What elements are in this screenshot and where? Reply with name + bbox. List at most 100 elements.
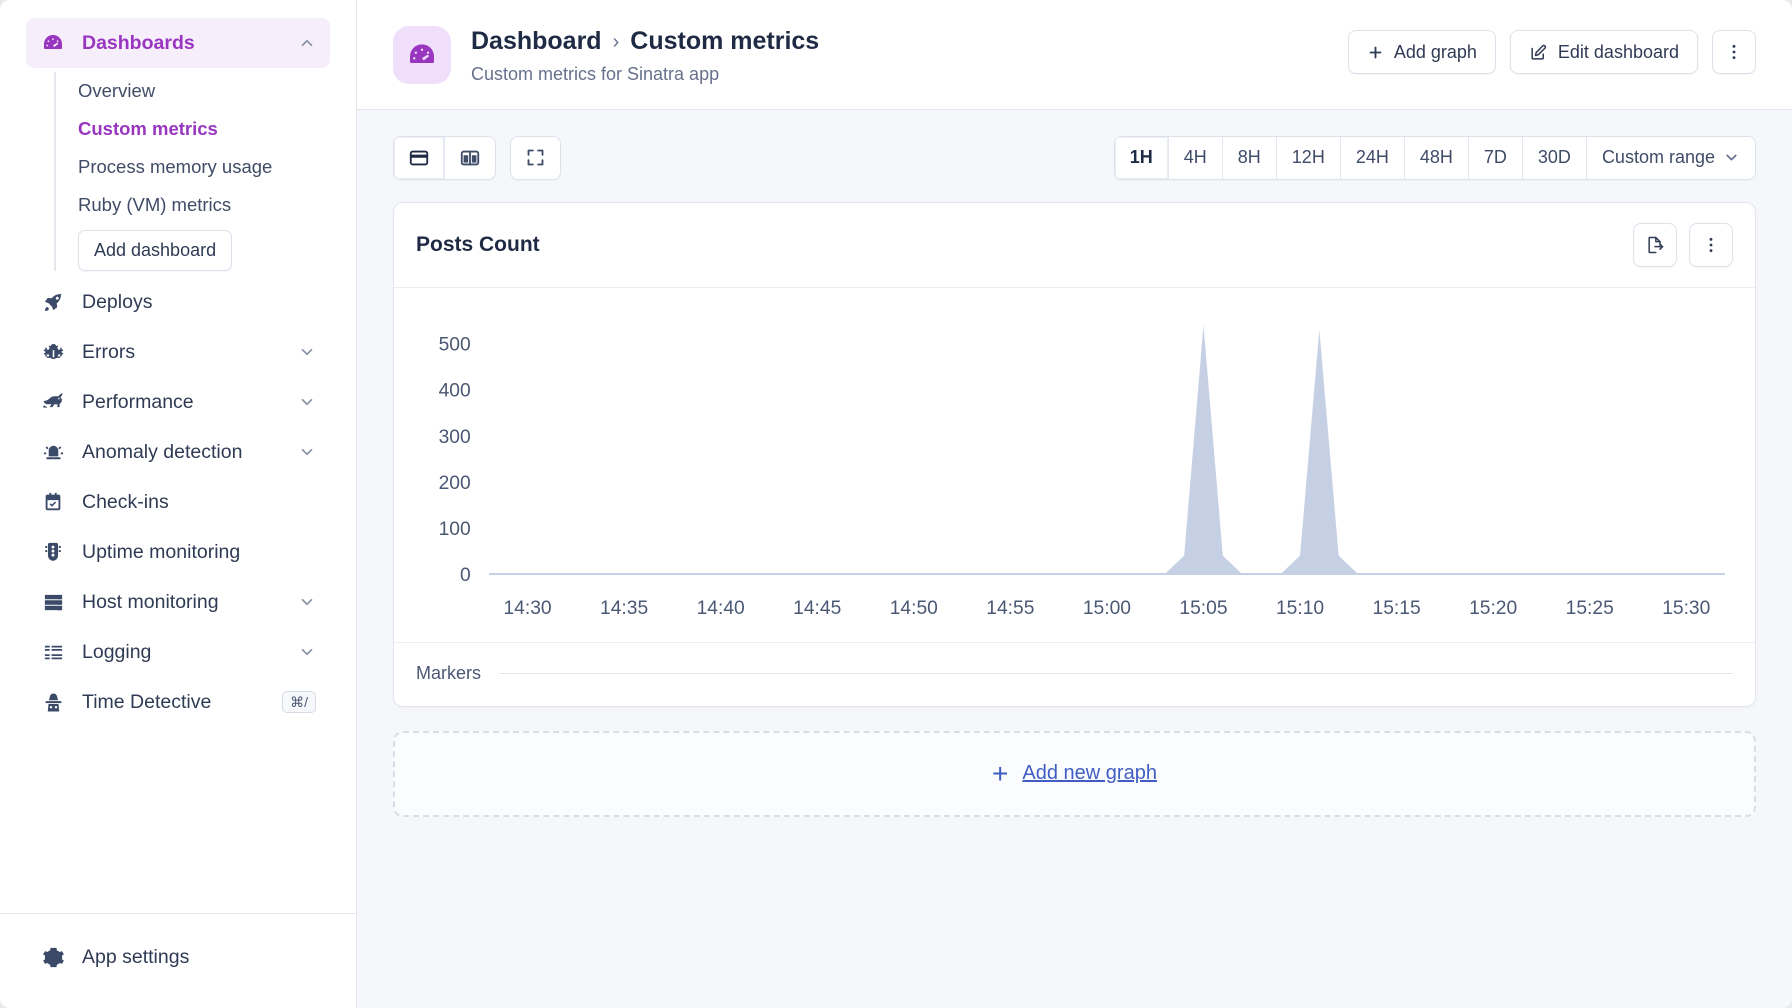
time-range-48h[interactable]: 48H bbox=[1404, 136, 1469, 179]
chart-svg: 0 100 200 300 400 500 14:30 14:35 14:40 14:45 14:5… bbox=[439, 324, 1725, 619]
posts-count-chart[interactable]: 0 100 200 300 400 500 14:30 14:35 14:40 14:45 14:5… bbox=[416, 306, 1733, 636]
sidebar-item-uptime-monitoring[interactable]: Uptime monitoring bbox=[26, 527, 330, 577]
dashboard-content: 1H 4H 8H 12H 24H 48H 7D 30D Custom range bbox=[357, 109, 1792, 1008]
fullscreen-toggle-group bbox=[510, 135, 561, 180]
time-range-12h[interactable]: 12H bbox=[1276, 136, 1341, 179]
svg-text:15:20: 15:20 bbox=[1469, 598, 1517, 619]
markers-track[interactable] bbox=[499, 672, 1733, 674]
sidebar-item-errors[interactable]: Errors bbox=[26, 327, 330, 377]
svg-text:15:25: 15:25 bbox=[1566, 598, 1614, 619]
svg-text:14:50: 14:50 bbox=[890, 598, 938, 619]
single-column-layout-button[interactable] bbox=[394, 136, 445, 179]
svg-text:0: 0 bbox=[460, 565, 471, 586]
kebab-menu-icon bbox=[1724, 42, 1744, 62]
sidebar-item-logging[interactable]: Logging bbox=[26, 627, 330, 677]
page-titles: Dashboard › Custom metrics Custom metric… bbox=[471, 26, 1348, 85]
breadcrumb: Dashboard › Custom metrics bbox=[471, 27, 1348, 56]
sidebar-footer: App settings bbox=[0, 913, 356, 1008]
svg-text:400: 400 bbox=[439, 380, 471, 401]
traffic-light-icon bbox=[40, 539, 66, 565]
export-graph-button[interactable] bbox=[1633, 222, 1677, 267]
gauge-icon bbox=[40, 30, 66, 56]
gear-icon bbox=[40, 944, 66, 970]
detective-icon bbox=[40, 689, 66, 715]
sidebar-item-anomaly-detection-label: Anomaly detection bbox=[82, 440, 243, 463]
sidebar-item-host-monitoring-label: Host monitoring bbox=[82, 590, 219, 613]
time-range-24h[interactable]: 24H bbox=[1340, 136, 1405, 179]
sidebar-item-performance-label: Performance bbox=[82, 390, 194, 413]
two-pane-icon bbox=[459, 147, 481, 169]
bug-icon bbox=[40, 339, 66, 365]
svg-text:100: 100 bbox=[439, 519, 471, 540]
sidebar-item-logging-label: Logging bbox=[82, 640, 152, 663]
header-more-button[interactable] bbox=[1712, 30, 1756, 74]
sidebar-item-deploys[interactable]: Deploys bbox=[26, 277, 330, 327]
chevron-down-icon bbox=[301, 648, 313, 656]
svg-text:200: 200 bbox=[439, 472, 471, 493]
sidebar-item-performance[interactable]: Performance bbox=[26, 377, 330, 427]
fullscreen-button[interactable] bbox=[511, 136, 560, 179]
sidebar-item-time-detective[interactable]: Time Detective ⌘/ bbox=[26, 677, 330, 727]
dashboard-toolbar: 1H 4H 8H 12H 24H 48H 7D 30D Custom range bbox=[393, 135, 1756, 180]
dashboard-avatar bbox=[393, 26, 451, 84]
markers-label: Markers bbox=[416, 662, 482, 683]
svg-text:14:30: 14:30 bbox=[503, 598, 551, 619]
time-range-4h[interactable]: 4H bbox=[1168, 136, 1223, 179]
app-window: Dashboards Overview Custom metrics Proce… bbox=[0, 0, 1792, 1008]
time-range-8h[interactable]: 8H bbox=[1222, 136, 1277, 179]
sidebar-subitem-ruby-vm-metrics[interactable]: Ruby (VM) metrics bbox=[78, 186, 330, 224]
graph-card-header: Posts Count bbox=[394, 203, 1755, 288]
svg-text:14:55: 14:55 bbox=[986, 598, 1034, 619]
sidebar-subitem-overview[interactable]: Overview bbox=[78, 72, 330, 110]
kebab-menu-icon bbox=[1701, 235, 1721, 255]
sidebar-item-host-monitoring[interactable]: Host monitoring bbox=[26, 577, 330, 627]
svg-text:15:05: 15:05 bbox=[1179, 598, 1227, 619]
chevron-down-icon bbox=[301, 448, 313, 456]
calendar-check-icon bbox=[40, 489, 66, 515]
add-new-graph-link[interactable]: Add new graph bbox=[1022, 762, 1157, 785]
time-range-30d[interactable]: 30D bbox=[1522, 136, 1587, 179]
edit-dashboard-button-label: Edit dashboard bbox=[1557, 41, 1679, 62]
add-dashboard-button[interactable]: Add dashboard bbox=[78, 230, 233, 271]
sidebar-item-app-settings-label: App settings bbox=[82, 945, 190, 968]
markers-row: Markers bbox=[394, 641, 1755, 706]
svg-text:14:45: 14:45 bbox=[793, 598, 841, 619]
sidebar-item-uptime-monitoring-label: Uptime monitoring bbox=[82, 540, 241, 563]
graph-title: Posts Count bbox=[416, 232, 540, 256]
chevron-down-icon bbox=[301, 348, 313, 356]
sidebar-item-time-detective-label: Time Detective bbox=[82, 690, 212, 713]
sidebar-subitem-custom-metrics[interactable]: Custom metrics bbox=[78, 110, 330, 148]
time-range-1h[interactable]: 1H bbox=[1114, 136, 1169, 179]
siren-icon bbox=[40, 439, 66, 465]
svg-text:300: 300 bbox=[439, 426, 471, 447]
time-detective-shortcut: ⌘/ bbox=[282, 691, 316, 713]
sidebar-item-anomaly-detection[interactable]: Anomaly detection bbox=[26, 427, 330, 477]
chevron-up-icon bbox=[301, 39, 313, 47]
main-area: Dashboard › Custom metrics Custom metric… bbox=[357, 0, 1792, 1008]
breadcrumb-current: Custom metrics bbox=[630, 27, 820, 55]
custom-range-select[interactable]: Custom range bbox=[1586, 136, 1755, 179]
fullscreen-icon bbox=[525, 147, 546, 168]
add-graph-button[interactable]: Add graph bbox=[1347, 30, 1496, 74]
sidebar-item-deploys-label: Deploys bbox=[82, 290, 153, 313]
time-range-7d[interactable]: 7D bbox=[1468, 136, 1523, 179]
sidebar-item-app-settings[interactable]: App settings bbox=[26, 932, 330, 982]
graph-more-button[interactable] bbox=[1689, 222, 1733, 267]
svg-text:15:15: 15:15 bbox=[1373, 598, 1421, 619]
sidebar-item-check-ins[interactable]: Check-ins bbox=[26, 477, 330, 527]
sidebar-item-errors-label: Errors bbox=[82, 340, 136, 363]
custom-range-label: Custom range bbox=[1601, 147, 1715, 167]
dashboards-sublist: Overview Custom metrics Process memory u… bbox=[54, 72, 330, 271]
breadcrumb-root[interactable]: Dashboard bbox=[471, 27, 602, 56]
sidebar-subitem-process-memory-usage[interactable]: Process memory usage bbox=[78, 148, 330, 186]
layout-tools bbox=[393, 135, 561, 180]
edit-dashboard-button[interactable]: Edit dashboard bbox=[1509, 30, 1698, 74]
two-column-layout-button[interactable] bbox=[445, 136, 495, 179]
graph-card-actions bbox=[1633, 222, 1733, 267]
svg-text:15:10: 15:10 bbox=[1276, 598, 1324, 619]
breadcrumb-separator-icon: › bbox=[612, 30, 620, 53]
rocket-icon bbox=[40, 289, 66, 315]
time-range-group: 1H 4H 8H 12H 24H 48H 7D 30D Custom range bbox=[1113, 135, 1756, 180]
add-new-graph-dropzone[interactable]: + Add new graph bbox=[393, 730, 1756, 817]
sidebar-item-dashboards[interactable]: Dashboards bbox=[26, 18, 330, 68]
